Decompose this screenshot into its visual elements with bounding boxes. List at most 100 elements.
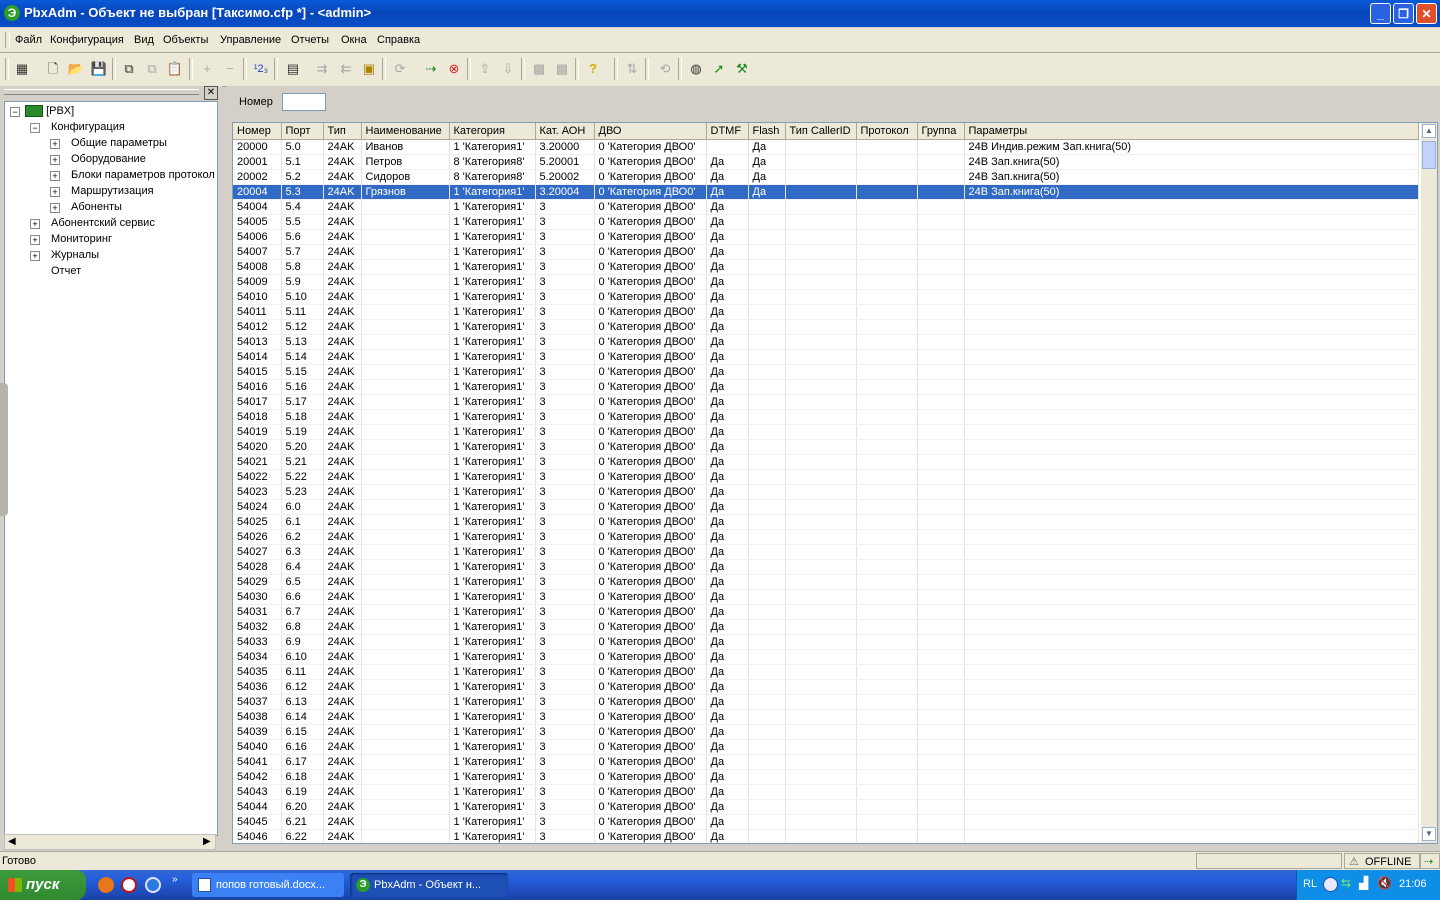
table-row[interactable]: 54045 6.21 24AK 1 'Категория1' 3 0 'Категория…	[233, 814, 1419, 830]
menu-management[interactable]: Управление	[220, 34, 281, 46]
collapse-icon[interactable]: −	[10, 107, 20, 117]
opera-icon[interactable]	[121, 877, 137, 893]
menu-objects[interactable]: Объекты	[163, 34, 208, 46]
table-row[interactable]: 54026 6.2 24AK 1 'Категория1' 3 0 'Категория …	[233, 529, 1419, 545]
properties-icon[interactable]: ▦	[12, 59, 32, 79]
table-row[interactable]: 54005 5.5 24AK 1 'Категория1' 3 0 'Категория …	[233, 214, 1419, 230]
menu-file[interactable]: Файл	[15, 34, 42, 46]
new-file-icon[interactable]: 🗋	[43, 59, 63, 79]
tree-item-routing[interactable]: Маршрутизация	[71, 183, 154, 199]
tree-expander-6[interactable]: +	[30, 219, 40, 229]
table-row[interactable]: 54013 5.13 24AK 1 'Категория1' 3 0 'Категория…	[233, 334, 1419, 350]
tree-item-general-params[interactable]: Общие параметры	[71, 135, 167, 151]
tree-expander-5[interactable]: +	[50, 203, 60, 213]
table-row[interactable]: 54043 6.19 24AK 1 'Категория1' 3 0 'Категория…	[233, 784, 1419, 800]
table-row[interactable]: 54014 5.14 24AK 1 'Категория1' 3 0 'Категория…	[233, 349, 1419, 365]
column-header-protocol[interactable]: Протокол	[856, 123, 918, 140]
table-row[interactable]: 54007 5.7 24AK 1 'Категория1' 3 0 'Категория …	[233, 244, 1419, 260]
table-row[interactable]: 54009 5.9 24AK 1 'Категория1' 3 0 'Категория …	[233, 274, 1419, 290]
menu-view[interactable]: Вид	[134, 34, 154, 46]
tray-network-icon[interactable]: ⇆	[1341, 876, 1351, 890]
restore-button[interactable]: ❐	[1393, 3, 1414, 24]
tree-expander-7[interactable]: +	[30, 235, 40, 245]
sort-icon[interactable]: ⇅	[622, 59, 642, 79]
table-row[interactable]: 54034 6.10 24AK 1 'Категория1' 3 0 'Категория…	[233, 649, 1419, 665]
task-word-document[interactable]: попов готовый.docx...	[192, 873, 344, 897]
column-header-category[interactable]: Категория	[449, 123, 536, 140]
table-row[interactable]: 54025 6.1 24AK 1 'Категория1' 3 0 'Категория …	[233, 514, 1419, 530]
tree-item-logs[interactable]: Журналы	[51, 247, 99, 263]
tray-help-icon[interactable]	[1323, 877, 1338, 892]
module-b-icon[interactable]: ▩	[552, 59, 572, 79]
copy-icon[interactable]: ⧉	[119, 59, 139, 79]
help-icon[interactable]: ?	[583, 59, 603, 79]
tree-expander-1[interactable]: +	[50, 139, 60, 149]
table-row[interactable]: 54017 5.17 24AK 1 'Категория1' 3 0 'Категория…	[233, 394, 1419, 410]
table-row[interactable]: 54020 5.20 24AK 1 'Категория1' 3 0 'Категория…	[233, 439, 1419, 455]
refresh-icon[interactable]: ⟳	[390, 59, 410, 79]
tree-item-report[interactable]: Отчет	[51, 263, 81, 279]
table-row[interactable]: 54010 5.10 24AK 1 'Категория1' 3 0 'Категория…	[233, 289, 1419, 305]
table-row[interactable]: 54008 5.8 24AK 1 'Категория1' 3 0 'Категория …	[233, 259, 1419, 275]
table-row[interactable]: 20000 5.0 24AK Иванов 1 'Категория1' 3.20000 0…	[233, 139, 1419, 155]
scroll-down-icon[interactable]: ▼	[1422, 827, 1436, 841]
report-icon[interactable]: ▣	[359, 59, 379, 79]
table-vertical-scrollbar[interactable]: ▲ ▼	[1421, 123, 1437, 843]
table-row[interactable]: 54042 6.18 24AK 1 'Категория1' 3 0 'Категория…	[233, 769, 1419, 785]
scroll-left-icon[interactable]: ◀	[8, 836, 16, 847]
column-header-group[interactable]: Группа	[917, 123, 965, 140]
upload-icon[interactable]: ⇪	[475, 59, 495, 79]
table-row[interactable]: 20001 5.1 24AK Петров 8 'Категория8' 5.20001 0…	[233, 154, 1419, 170]
pbxadm-app-icon[interactable]: Э	[4, 5, 20, 21]
table-row[interactable]: 54012 5.12 24AK 1 'Категория1' 3 0 'Категория…	[233, 319, 1419, 335]
table-row[interactable]: 54006 5.6 24AK 1 'Категория1' 3 0 'Категория …	[233, 229, 1419, 245]
tree-item-protocol-blocks[interactable]: Блоки параметров протокол	[71, 167, 215, 183]
table-row[interactable]: 54038 6.14 24AK 1 'Категория1' 3 0 'Категория…	[233, 709, 1419, 725]
table-row[interactable]: 54021 5.21 24AK 1 'Категория1' 3 0 'Категория…	[233, 454, 1419, 470]
column-header-services[interactable]: ДВО	[594, 123, 707, 140]
column-header-callerid-type[interactable]: Тип CallerID	[785, 123, 857, 140]
table-row[interactable]: 54022 5.22 24AK 1 'Категория1' 3 0 'Категория…	[233, 469, 1419, 485]
column-header-flash[interactable]: Flash	[748, 123, 786, 140]
table-row[interactable]: 20004 5.3 24AK Грязнов 1 'Категория1' 3.20004…	[233, 184, 1419, 200]
table-row[interactable]: 54028 6.4 24AK 1 'Категория1' 3 0 'Категория …	[233, 559, 1419, 575]
tree-item-monitoring[interactable]: Мониторинг	[51, 231, 112, 247]
task-pbxadm[interactable]: Э PbxAdm - Объект н...	[350, 873, 508, 897]
tray-signal-icon[interactable]: ▟	[1359, 876, 1368, 890]
internet-explorer-icon[interactable]	[145, 877, 161, 893]
remove-icon[interactable]: −	[220, 59, 240, 79]
volume-icon[interactable]: 🔇	[1377, 876, 1392, 890]
table-row[interactable]: 54029 6.5 24AK 1 'Категория1' 3 0 'Категория …	[233, 574, 1419, 590]
quicklaunch-more-icon[interactable]: »	[172, 874, 178, 885]
table-row[interactable]: 54023 5.23 24AK 1 'Категория1' 3 0 'Категория…	[233, 484, 1419, 500]
stop-icon[interactable]: ⊗	[444, 59, 464, 79]
cursor-icon[interactable]: ➚	[709, 59, 729, 79]
column-header-dtmf[interactable]: DTMF	[706, 123, 749, 140]
minimize-button[interactable]: _	[1370, 3, 1391, 24]
column-header-number[interactable]: Номер	[233, 123, 282, 140]
column-header-name[interactable]: Наименование	[361, 123, 450, 140]
table-row[interactable]: 54030 6.6 24AK 1 'Категория1' 3 0 'Категория …	[233, 589, 1419, 605]
tree-item-subscribers[interactable]: Абоненты	[71, 199, 122, 215]
download-icon[interactable]: ⇩	[498, 59, 518, 79]
table-row[interactable]: 54015 5.15 24AK 1 'Категория1' 3 0 'Категория…	[233, 364, 1419, 380]
tree-item-equipment[interactable]: Оборудование	[71, 151, 146, 167]
table-row[interactable]: 54040 6.16 24AK 1 'Категория1' 3 0 'Категория…	[233, 739, 1419, 755]
connect-icon[interactable]: ⇢	[421, 59, 441, 79]
tree-expander-0[interactable]: −	[30, 123, 40, 133]
table-row[interactable]: 54016 5.16 24AK 1 'Категория1' 3 0 'Категория…	[233, 379, 1419, 395]
tree-item-configuration[interactable]: Конфигурация	[51, 119, 125, 135]
table-row[interactable]: 54024 6.0 24AK 1 'Категория1' 3 0 'Категория …	[233, 499, 1419, 515]
table-row[interactable]: 54037 6.13 24AK 1 'Категория1' 3 0 'Категория…	[233, 694, 1419, 710]
tools-icon[interactable]: ⚒	[732, 59, 752, 79]
number-filter-input[interactable]	[282, 93, 326, 111]
table-row[interactable]: 54046 6.22 24AK 1 'Категория1' 3 0 'Категория…	[233, 829, 1419, 843]
tree-horizontal-scrollbar[interactable]: ◀ ▶	[4, 834, 216, 850]
cut-icon[interactable]: ⧉	[142, 59, 162, 79]
language-indicator[interactable]: RL	[1303, 878, 1317, 890]
table-row[interactable]: 54018 5.18 24AK 1 'Категория1' 3 0 'Категория…	[233, 409, 1419, 425]
scroll-thumb[interactable]	[1422, 141, 1436, 169]
tree-expander-4[interactable]: +	[50, 187, 60, 197]
table-row[interactable]: 54036 6.12 24AK 1 'Категория1' 3 0 'Категория…	[233, 679, 1419, 695]
tree-root[interactable]: [PBX]	[25, 103, 74, 119]
